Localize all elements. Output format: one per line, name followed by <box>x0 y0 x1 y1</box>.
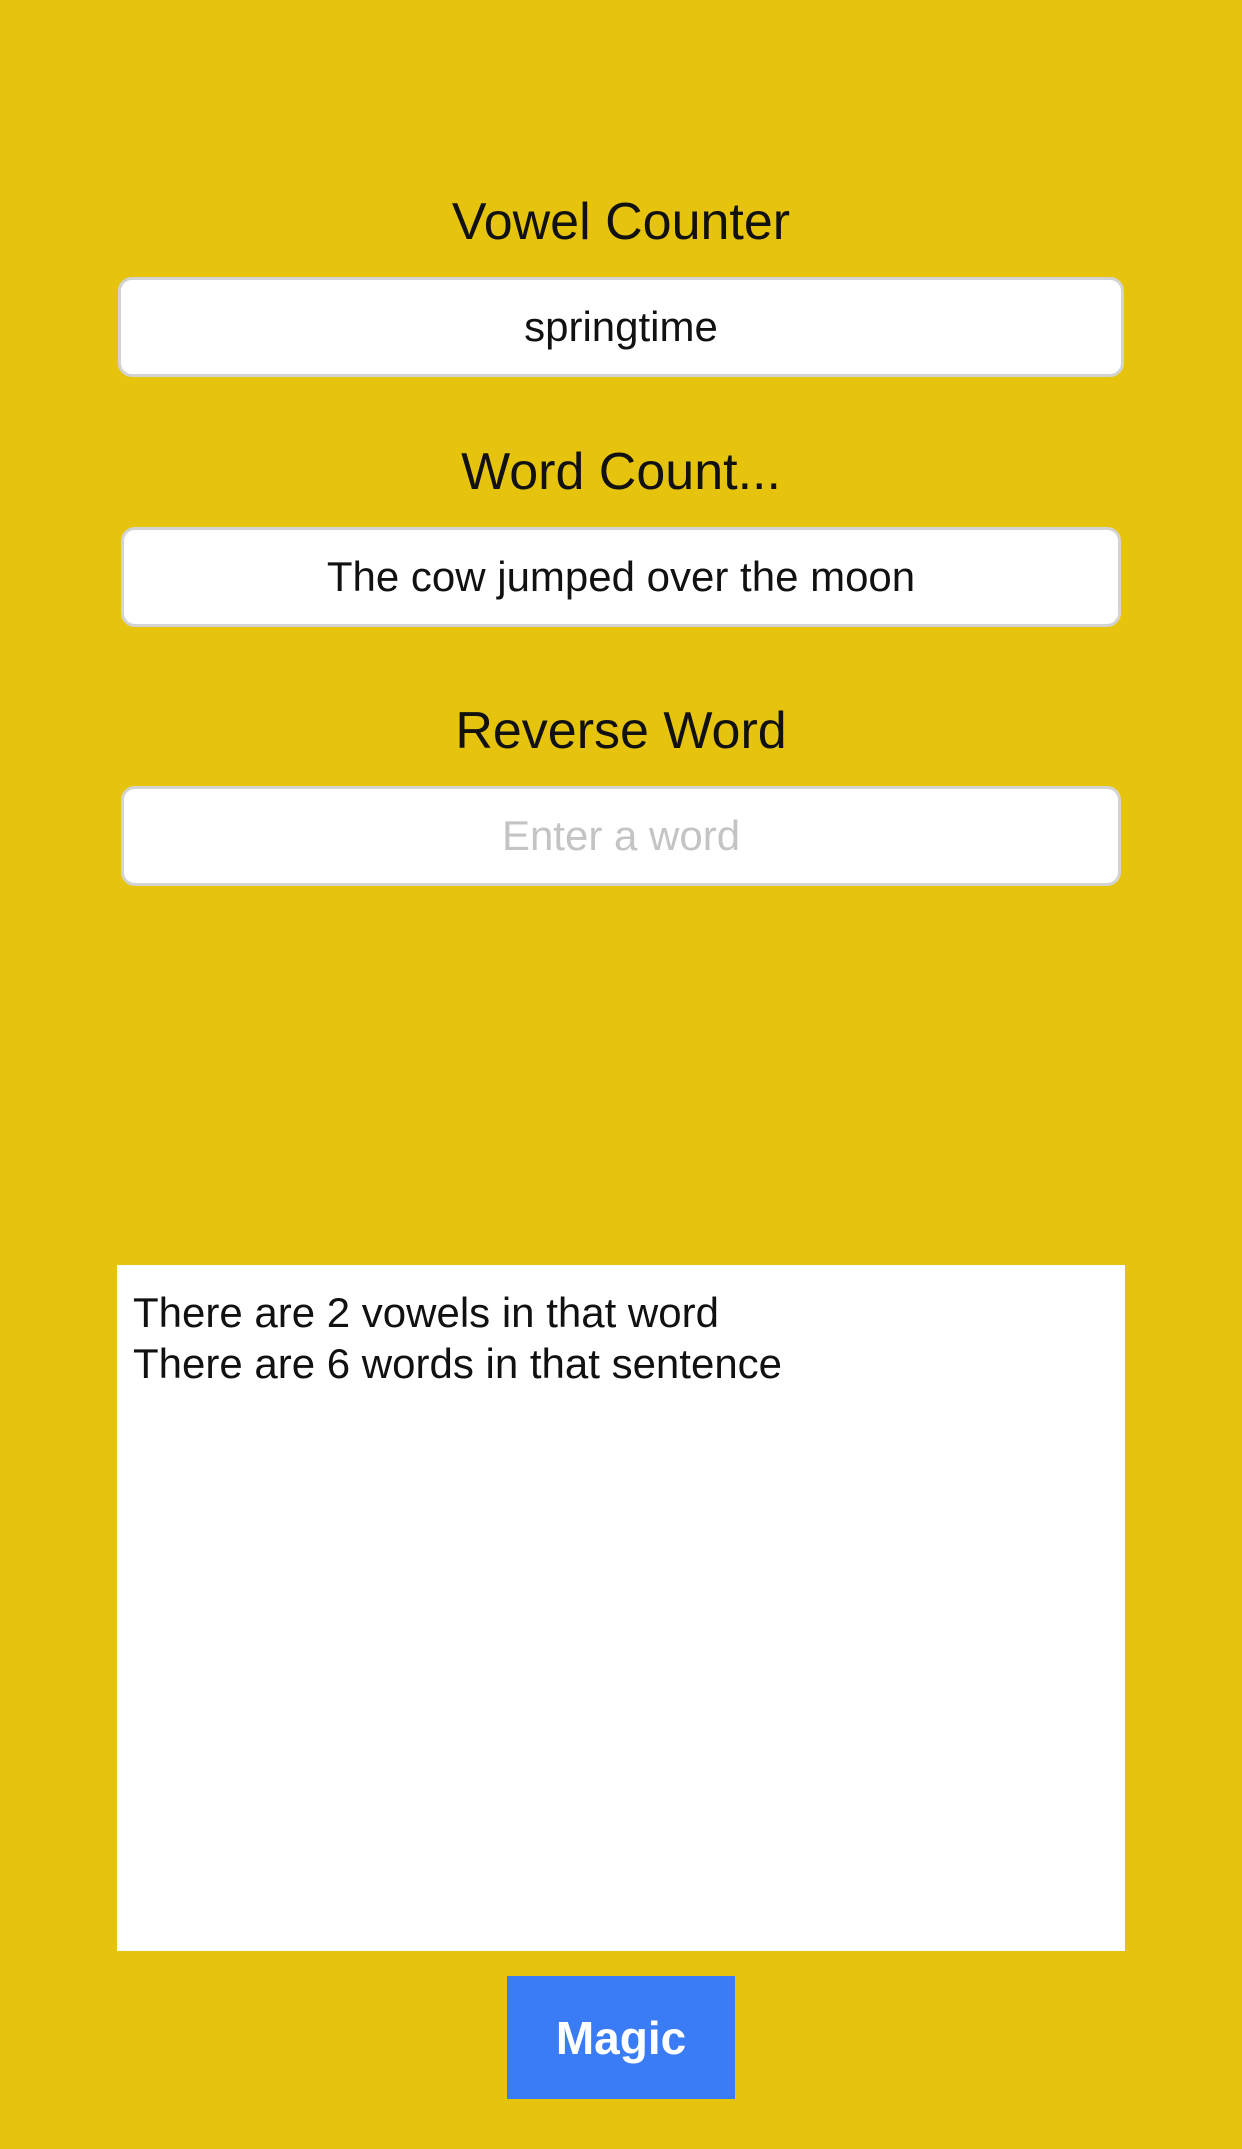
reverse-word-label: Reverse Word <box>455 702 787 760</box>
word-count-input[interactable] <box>121 527 1121 627</box>
vowel-counter-label: Vowel Counter <box>451 193 791 251</box>
vowel-counter-input[interactable] <box>118 277 1124 377</box>
vowel-result-line: There are 2 vowels in that word <box>133 1289 719 1336</box>
magic-button[interactable]: Magic <box>507 1976 735 2099</box>
reverse-word-input[interactable] <box>121 786 1121 886</box>
word-count-result-line: There are 6 words in that sentence <box>133 1340 783 1387</box>
word-count-label: Word Count... <box>461 443 781 501</box>
output-text-area[interactable]: There are 2 vowels in that word There ar… <box>117 1265 1125 1951</box>
